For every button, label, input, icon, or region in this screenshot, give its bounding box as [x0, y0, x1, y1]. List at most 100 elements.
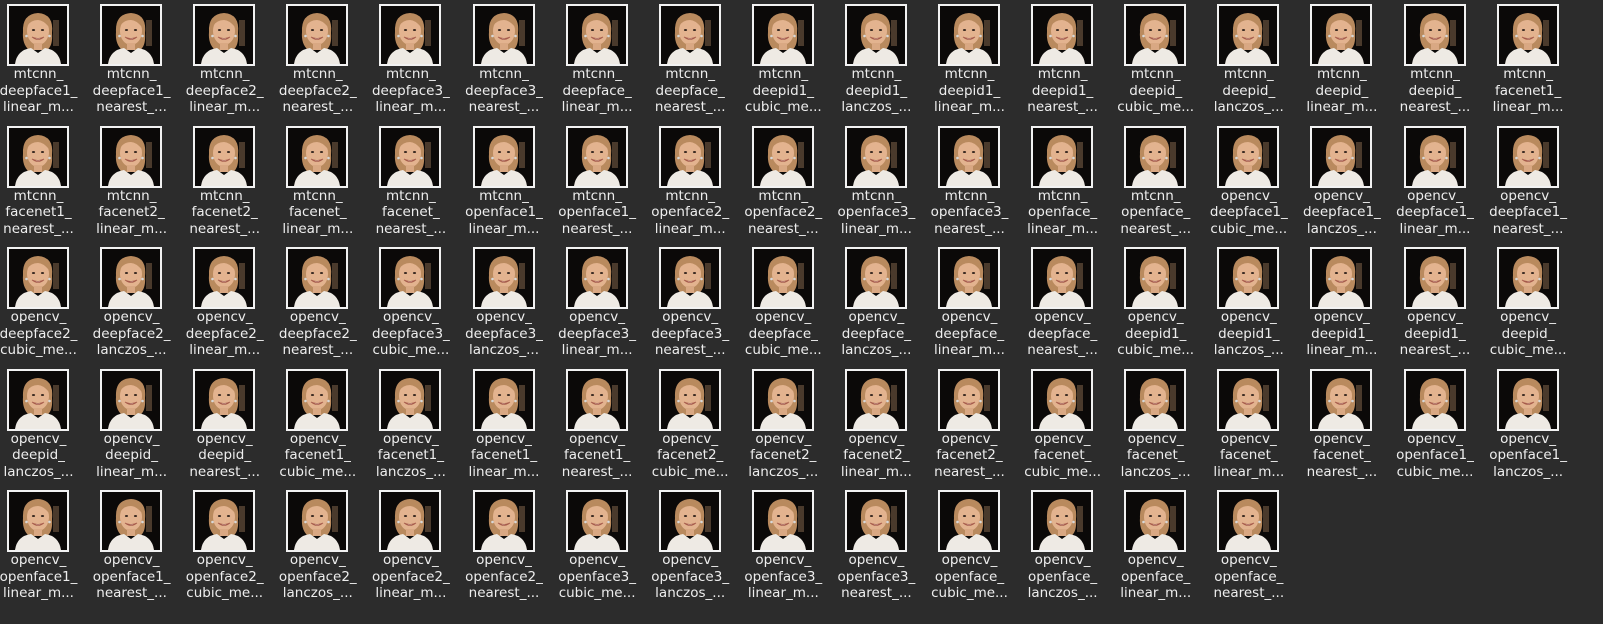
file-item[interactable]: mtcnn_ facenet1_ linear_m...	[1482, 0, 1575, 120]
file-item[interactable]: mtcnn_ deepface3_ linear_m...	[364, 0, 457, 120]
file-item[interactable]: opencv_ deepid_ nearest_...	[178, 365, 271, 485]
file-name-line-3: linear_m...	[1213, 463, 1285, 480]
file-name-line-2: facenet2_	[191, 204, 258, 220]
file-item[interactable]: mtcnn_ openface1_ nearest_...	[551, 122, 644, 242]
file-name-line-2: deepid_	[1408, 82, 1462, 99]
file-item[interactable]: opencv_ openface2_ nearest_...	[458, 486, 551, 606]
file-item[interactable]: opencv_ openface3_ cubic_me...	[551, 486, 644, 606]
file-name-line-3: nearest_...	[375, 220, 447, 237]
file-item[interactable]: opencv_ openface3_ nearest_...	[830, 486, 923, 606]
file-item[interactable]: opencv_ facenet_ lanczos_...	[1109, 365, 1202, 485]
file-item[interactable]: opencv_ openface_ linear_m...	[1109, 486, 1202, 606]
file-item[interactable]: mtcnn_ openface_ linear_m...	[1016, 122, 1109, 242]
file-name-line-3: cubic_me...	[1117, 99, 1195, 115]
file-item[interactable]: opencv_ facenet1_ nearest_...	[551, 365, 644, 485]
file-item[interactable]: mtcnn_ deepid_ nearest_...	[1389, 0, 1482, 120]
file-item[interactable]: mtcnn_ facenet1_ nearest_...	[0, 122, 85, 242]
file-item[interactable]: opencv_ openface1_ lanczos_...	[1482, 365, 1575, 485]
file-item[interactable]: opencv_ facenet2_ nearest_...	[923, 365, 1016, 485]
file-item[interactable]: mtcnn_ deepid_ linear_m...	[1295, 0, 1388, 120]
file-item[interactable]: opencv_ openface2_ linear_m...	[364, 486, 457, 606]
file-item[interactable]: opencv_ deepid_ linear_m...	[85, 365, 178, 485]
file-item[interactable]: opencv_ deepface2_ linear_m...	[178, 243, 271, 363]
file-item[interactable]: opencv_ deepid_ lanczos_...	[0, 365, 85, 485]
file-name-line-2: deepface2_	[0, 325, 78, 342]
file-item[interactable]: mtcnn_ facenet_ linear_m...	[271, 122, 364, 242]
file-item[interactable]: mtcnn_ deepface1_ nearest_...	[85, 0, 178, 120]
file-item[interactable]: mtcnn_ openface3_ nearest_...	[923, 122, 1016, 242]
file-item[interactable]: opencv_ deepface3_ lanczos_...	[458, 243, 551, 363]
file-name-label: opencv_ facenet1_ linear_m...	[458, 431, 551, 481]
file-item[interactable]: mtcnn_ deepface_ nearest_...	[644, 0, 737, 120]
file-item[interactable]: opencv_ facenet_ nearest_...	[1295, 365, 1388, 485]
file-name-line-1: opencv_	[1220, 430, 1277, 447]
file-item[interactable]: mtcnn_ deepface2_ nearest_...	[271, 0, 364, 120]
file-item[interactable]: mtcnn_ openface1_ linear_m...	[458, 122, 551, 242]
file-item[interactable]: opencv_ openface1_ cubic_me...	[1389, 365, 1482, 485]
file-item[interactable]: opencv_ deepid1_ nearest_...	[1389, 243, 1482, 363]
file-name-line-1: mtcnn_	[479, 187, 529, 204]
file-item[interactable]: opencv_ facenet2_ cubic_me...	[644, 365, 737, 485]
file-item[interactable]: opencv_ deepid1_ lanczos_...	[1202, 243, 1295, 363]
file-item[interactable]: opencv_ openface1_ nearest_...	[85, 486, 178, 606]
file-item[interactable]: opencv_ deepface1_ nearest_...	[1482, 122, 1575, 242]
file-item[interactable]: mtcnn_ openface_ nearest_...	[1109, 122, 1202, 242]
file-item[interactable]: opencv_ facenet_ linear_m...	[1202, 365, 1295, 485]
file-item[interactable]: mtcnn_ deepid_ cubic_me...	[1109, 0, 1202, 120]
file-item[interactable]: mtcnn_ deepid_ lanczos_...	[1202, 0, 1295, 120]
file-item[interactable]: mtcnn_ openface3_ linear_m...	[830, 122, 923, 242]
file-item[interactable]: mtcnn_ deepid1_ cubic_me...	[737, 0, 830, 120]
file-item[interactable]: mtcnn_ deepface3_ nearest_...	[458, 0, 551, 120]
file-item[interactable]: mtcnn_ deepface2_ linear_m...	[178, 0, 271, 120]
file-name-line-1: opencv_	[1500, 309, 1557, 325]
file-item[interactable]: opencv_ deepface1_ cubic_me...	[1202, 122, 1295, 242]
file-item[interactable]: mtcnn_ facenet2_ linear_m...	[85, 122, 178, 242]
file-item[interactable]: mtcnn_ deepid1_ nearest_...	[1016, 0, 1109, 120]
file-item[interactable]: opencv_ deepface3_ linear_m...	[551, 243, 644, 363]
file-item[interactable]: mtcnn_ deepface1_ linear_m...	[0, 0, 85, 120]
file-item[interactable]: opencv_ deepface_ lanczos_...	[830, 243, 923, 363]
file-name-line-2: facenet2_	[750, 447, 817, 463]
file-name-line-3: nearest_...	[1213, 585, 1285, 601]
file-name-line-1: opencv_	[569, 552, 626, 568]
file-item[interactable]: opencv_ deepface1_ lanczos_...	[1295, 122, 1388, 242]
file-item[interactable]: opencv_ openface_ lanczos_...	[1016, 486, 1109, 606]
file-item[interactable]: opencv_ deepid1_ linear_m...	[1295, 243, 1388, 363]
file-item[interactable]: opencv_ openface1_ linear_m...	[0, 486, 85, 606]
file-item[interactable]: opencv_ deepface1_ linear_m...	[1389, 122, 1482, 242]
file-item[interactable]: mtcnn_ facenet_ nearest_...	[364, 122, 457, 242]
file-item[interactable]: opencv_ openface3_ lanczos_...	[644, 486, 737, 606]
file-item[interactable]: opencv_ openface2_ cubic_me...	[178, 486, 271, 606]
file-item[interactable]: opencv_ deepface2_ cubic_me...	[0, 243, 85, 363]
file-name-line-3: linear_m...	[561, 99, 633, 115]
file-item[interactable]: opencv_ deepid_ cubic_me...	[1482, 243, 1575, 363]
file-name-line-2: facenet2_	[657, 447, 724, 463]
file-item[interactable]: mtcnn_ deepface_ linear_m...	[551, 0, 644, 120]
file-item[interactable]: opencv_ deepface2_ lanczos_...	[85, 243, 178, 363]
file-name-line-1: opencv_	[289, 552, 346, 568]
file-item[interactable]: mtcnn_ deepid1_ lanczos_...	[830, 0, 923, 120]
file-item[interactable]: mtcnn_ deepid1_ linear_m...	[923, 0, 1016, 120]
file-item[interactable]: opencv_ deepface2_ nearest_...	[271, 243, 364, 363]
file-item[interactable]: opencv_ facenet2_ linear_m...	[830, 365, 923, 485]
file-name-line-2: deepid_	[1501, 325, 1555, 342]
file-item[interactable]: opencv_ facenet2_ lanczos_...	[737, 365, 830, 485]
file-item[interactable]: opencv_ openface_ cubic_me...	[923, 486, 1016, 606]
file-item[interactable]: opencv_ deepface_ cubic_me...	[737, 243, 830, 363]
file-item[interactable]: opencv_ facenet1_ cubic_me...	[271, 365, 364, 485]
file-item[interactable]: opencv_ facenet1_ linear_m...	[458, 365, 551, 485]
file-item[interactable]: opencv_ facenet_ cubic_me...	[1016, 365, 1109, 485]
file-item[interactable]: opencv_ openface_ nearest_...	[1202, 486, 1295, 606]
file-item[interactable]: mtcnn_ openface2_ nearest_...	[737, 122, 830, 242]
file-item[interactable]: opencv_ facenet1_ lanczos_...	[364, 365, 457, 485]
file-item[interactable]: opencv_ openface2_ lanczos_...	[271, 486, 364, 606]
file-name-label: mtcnn_ deepface1_ linear_m...	[0, 66, 85, 116]
file-item[interactable]: opencv_ deepface_ linear_m...	[923, 243, 1016, 363]
file-item[interactable]: opencv_ openface3_ linear_m...	[737, 486, 830, 606]
file-item[interactable]: opencv_ deepface_ nearest_...	[1016, 243, 1109, 363]
file-item[interactable]: mtcnn_ facenet2_ nearest_...	[178, 122, 271, 242]
file-item[interactable]: opencv_ deepid1_ cubic_me...	[1109, 243, 1202, 363]
file-item[interactable]: mtcnn_ openface2_ linear_m...	[644, 122, 737, 242]
file-item[interactable]: opencv_ deepface3_ cubic_me...	[364, 243, 457, 363]
file-item[interactable]: opencv_ deepface3_ nearest_...	[644, 243, 737, 363]
